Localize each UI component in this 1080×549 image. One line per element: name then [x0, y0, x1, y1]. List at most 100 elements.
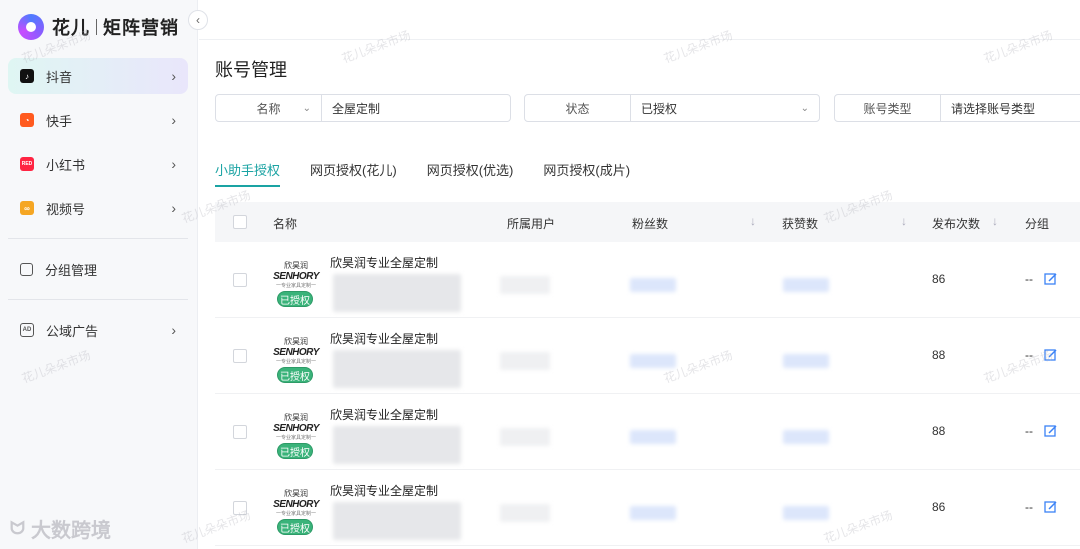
type-filter-select[interactable]: 请选择账号类型 [941, 95, 1080, 121]
account-name[interactable]: 欣昊润专业全屋定制 [330, 254, 438, 271]
sidebar-item-label: 抖音 [46, 69, 73, 85]
corner-watermark-text: 大数跨境 [30, 520, 111, 542]
chevron-right-icon: › [171, 200, 176, 216]
avatar-en-text: SENHORY [273, 499, 319, 510]
status-filter-value: 已授权 [641, 101, 678, 116]
redacted-likes [783, 506, 829, 520]
account-name[interactable]: 欣昊润专业全屋定制 [330, 482, 438, 499]
select-all-checkbox[interactable] [233, 215, 247, 229]
status-filter[interactable]: 状态 已授权 ⌄ [524, 94, 820, 122]
brand-product: 矩阵营销 [103, 18, 179, 38]
sidebar: 花儿 矩阵营销 ♪ 抖音 › ◔ 快手 › RED 小红书 › ∞ 视频号 › … [0, 0, 198, 549]
avatar-cn-text: 欣昊润 [284, 413, 308, 422]
kuaishou-icon: ◔ [20, 113, 34, 127]
chevron-down-icon: ⌄ [302, 102, 311, 114]
chevron-right-icon: › [171, 112, 176, 128]
sidebar-item-label: 视频号 [46, 201, 86, 217]
type-filter[interactable]: 账号类型 请选择账号类型 [834, 94, 1080, 122]
sort-posts-icon[interactable]: ↓ [992, 214, 998, 228]
avatar-sub-text: 一专业家具定制一 [275, 435, 316, 441]
status-badge: 已授权 [277, 443, 313, 459]
sidebar-item-ads[interactable]: AD 公域广告 › [8, 312, 188, 348]
type-filter-placeholder: 请选择账号类型 [951, 101, 1036, 116]
column-posts: 发布次数 [932, 217, 981, 231]
edit-icon[interactable] [1044, 272, 1058, 286]
account-name[interactable]: 欣昊润专业全屋定制 [330, 330, 438, 347]
column-fans: 粉丝数 [632, 217, 669, 231]
status-filter-select[interactable]: 已授权 ⌄ [631, 95, 819, 121]
posts-count: 86 [932, 272, 946, 286]
edit-icon[interactable] [1044, 500, 1058, 514]
table-header: 名称 所属用户 粉丝数 ↓ 获赞数 ↓ 发布次数 ↓ 分组 [215, 202, 1080, 242]
sidebar-item-douyin[interactable]: ♪ 抖音 › [8, 58, 188, 94]
table-row: 欣昊润 SENHORY 一专业家具定制一 已授权 欣昊润专业全屋定制 88 -- [215, 394, 1080, 470]
corner-logo-icon: ᗢ [10, 518, 25, 538]
redacted-fans [630, 354, 676, 368]
status-filter-label: 状态 [525, 95, 631, 121]
sidebar-item-label: 小红书 [46, 157, 86, 173]
sidebar-item-label: 快手 [46, 113, 73, 129]
avatar-sub-text: 一专业家具定制一 [275, 359, 316, 365]
brand-separator [96, 19, 97, 35]
avatar-cn-text: 欣昊润 [284, 261, 308, 270]
chevron-right-icon: › [171, 68, 176, 84]
name-filter[interactable]: 名称 ⌄ 全屋定制 [215, 94, 511, 122]
redacted-owner [500, 276, 550, 294]
tab-assistant-auth[interactable]: 小助手授权 [215, 160, 281, 187]
row-checkbox[interactable] [233, 273, 247, 287]
row-checkbox[interactable] [233, 425, 247, 439]
type-filter-label: 账号类型 [835, 95, 941, 121]
redacted-fans [630, 278, 676, 292]
name-filter-label: 名称 [256, 101, 281, 116]
sort-likes-icon[interactable]: ↓ [901, 214, 907, 228]
sidebar-item-shipinhao[interactable]: ∞ 视频号 › [8, 190, 188, 226]
sidebar-item-group-manage[interactable]: 分组管理 [8, 251, 188, 287]
chevron-down-icon: ⌄ [800, 102, 809, 114]
tab-web-auth-huaer[interactable]: 网页授权(花儿) [310, 160, 397, 187]
tab-web-auth-chengpian[interactable]: 网页授权(成片) [543, 160, 630, 187]
auth-tabs: 小助手授权 网页授权(花儿) 网页授权(优选) 网页授权(成片) [215, 160, 660, 187]
redacted-info [333, 426, 461, 464]
accounts-table: 名称 所属用户 粉丝数 ↓ 获赞数 ↓ 发布次数 ↓ 分组 欣昊润 SENHOR… [215, 202, 1080, 546]
shipinhao-icon: ∞ [20, 201, 34, 215]
chevron-right-icon: › [171, 322, 176, 338]
edit-icon[interactable] [1044, 424, 1058, 438]
avatar-en-text: SENHORY [273, 347, 319, 358]
brand-name: 花儿 [52, 18, 90, 38]
sidebar-collapse-button[interactable]: ‹ [188, 10, 208, 30]
sort-fans-icon[interactable]: ↓ [750, 214, 756, 228]
tab-web-auth-youxuan[interactable]: 网页授权(优选) [427, 160, 514, 187]
table-row: 欣昊润 SENHORY 一专业家具定制一 已授权 欣昊润专业全屋定制 86 -- [215, 470, 1080, 546]
avatar-cn-text: 欣昊润 [284, 489, 308, 498]
avatar-en-text: SENHORY [273, 423, 319, 434]
posts-count: 88 [932, 424, 946, 438]
status-badge: 已授权 [277, 519, 313, 535]
redacted-info [333, 502, 461, 540]
account-name[interactable]: 欣昊润专业全屋定制 [330, 406, 438, 423]
redacted-owner [500, 352, 550, 370]
avatar-sub-text: 一专业家具定制一 [275, 511, 316, 517]
row-checkbox[interactable] [233, 501, 247, 515]
brand[interactable]: 花儿 矩阵营销 [18, 12, 179, 42]
table-row: 欣昊润 SENHORY 一专业家具定制一 已授权 欣昊润专业全屋定制 86 -- [215, 242, 1080, 318]
ad-icon: AD [20, 323, 34, 337]
page-title: 账号管理 [215, 60, 287, 80]
sidebar-item-kuaishou[interactable]: ◔ 快手 › [8, 102, 188, 138]
group-icon [20, 262, 33, 276]
edit-icon[interactable] [1044, 348, 1058, 362]
row-checkbox[interactable] [233, 349, 247, 363]
sidebar-item-xiaohongshu[interactable]: RED 小红书 › [8, 146, 188, 182]
top-bar [199, 0, 1080, 40]
posts-count: 88 [932, 348, 946, 362]
sidebar-item-label: 公域广告 [46, 323, 99, 339]
douyin-icon: ♪ [20, 69, 34, 83]
avatar-cn-text: 欣昊润 [284, 337, 308, 346]
redacted-info [333, 350, 461, 388]
column-name: 名称 [273, 217, 298, 231]
redacted-owner [500, 504, 550, 522]
redacted-likes [783, 354, 829, 368]
name-filter-select[interactable]: 名称 ⌄ [216, 95, 322, 121]
status-badge: 已授权 [277, 367, 313, 383]
posts-count: 86 [932, 500, 946, 514]
name-filter-input[interactable]: 全屋定制 [322, 95, 510, 121]
